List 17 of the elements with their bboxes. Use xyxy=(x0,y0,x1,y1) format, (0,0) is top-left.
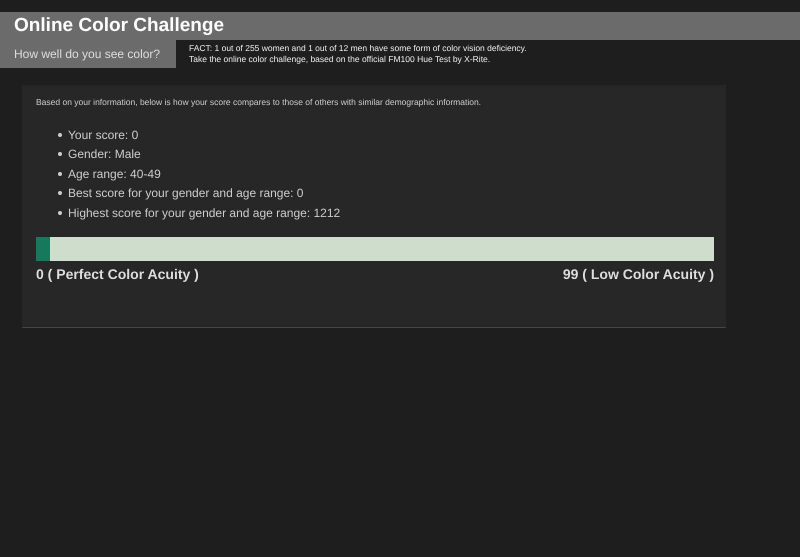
result-item: Highest score for your gender and age range: 1212 xyxy=(68,206,340,220)
page-title: Online Color Challenge xyxy=(14,15,224,37)
bullet-icon xyxy=(58,172,62,176)
bullet-icon xyxy=(58,132,62,137)
bullet-icon xyxy=(58,210,62,215)
subtitle: How well do you see color? xyxy=(14,47,160,61)
scale-max-label: 99 ( Low Color Acuity ) xyxy=(562,266,714,282)
result-item: Your score: 0 xyxy=(68,128,138,142)
bullet-icon xyxy=(58,152,62,156)
result-item: Age range: 40-49 xyxy=(68,166,161,181)
bullet-icon xyxy=(58,191,62,196)
scale-min-label: 0 ( Perfect Color Acuity ) xyxy=(36,266,199,282)
result-item: Gender: Male xyxy=(68,147,141,162)
fact-text: FACT: 1 out of 255 women and 1 out of 12 men have some form of color vision deficiency. xyxy=(189,43,527,54)
fact-text: Take the online color challenge, based on the official FM100 Hue Test by X-Rite. xyxy=(189,54,492,65)
result-item: Best score for your gender and age range: 0 xyxy=(68,186,304,200)
intro-text: Based on your information, below is how your score compares to those of others with similar demographic information. xyxy=(36,97,482,107)
